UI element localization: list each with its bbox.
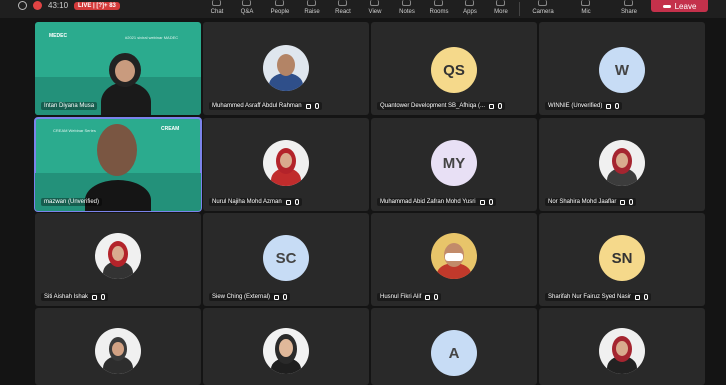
mic-muted-icon — [314, 103, 319, 109]
slide-logo: CREAM — [161, 126, 180, 132]
avatar — [599, 140, 645, 186]
toolbar-left: 43:10 LIVE | [?]+ 83 — [18, 1, 120, 10]
participant-tile[interactable] — [539, 308, 705, 385]
screen-share-icon — [305, 103, 311, 109]
participant-name: Quantower Development SB_Afhiqa (... — [377, 102, 506, 110]
avatar — [95, 233, 141, 279]
mic-muted-icon — [434, 294, 439, 300]
more-button[interactable]: More — [483, 0, 519, 15]
screen-share-icon — [425, 294, 431, 300]
slide-caption: #2021 siviral webinar MADEC — [125, 35, 179, 40]
meeting-toolbar: 43:10 LIVE | [?]+ 83 Chat Q&A People Rai… — [0, 0, 726, 18]
mic-muted-icon — [488, 199, 493, 205]
toolbar-divider — [519, 2, 520, 16]
participant-name: Muhammed Asraff Abdul Rahman — [209, 102, 322, 110]
more-icon — [496, 0, 505, 6]
avatar: QS — [431, 47, 477, 93]
mic-muted-icon — [615, 103, 620, 109]
presenter-face — [115, 60, 135, 82]
participant-name: Nurul Najiha Mohd Azman — [209, 198, 302, 206]
live-badge[interactable]: LIVE | [?]+ 83 — [74, 1, 120, 10]
screen-share-icon — [274, 294, 280, 300]
slide-caption: CREAM Webinar Series — [53, 128, 96, 133]
participant-name: Siew Ching (External) — [209, 293, 291, 301]
recording-icon — [33, 1, 42, 10]
slide-logo: MEDEC — [49, 33, 68, 39]
mic-muted-icon — [644, 294, 649, 300]
participant-name: Siti Aishah Ishak — [41, 293, 109, 301]
participant-tile[interactable]: A — [371, 308, 537, 385]
notes-button[interactable]: Notes — [389, 0, 425, 15]
view-button[interactable]: View — [357, 0, 393, 15]
avatar: MY — [431, 140, 477, 186]
mic-muted-icon — [294, 199, 299, 205]
mic-muted-icon — [629, 199, 634, 205]
participant-tile[interactable]: QS Quantower Development SB_Afhiqa (... — [371, 22, 537, 115]
participant-tile[interactable]: Nurul Najiha Mohd Azman — [203, 118, 369, 211]
react-button[interactable]: React — [325, 0, 361, 15]
participant-name: Muhammad Abid Zafran Mohd Yusri — [377, 198, 496, 206]
participant-tile[interactable]: MEDEC #2021 siviral webinar MADEC Intan … — [35, 22, 201, 115]
participant-name: Sharifah Nur Fairuz Syed Nasir — [545, 293, 652, 301]
avatar — [263, 328, 309, 374]
screen-share-icon — [620, 199, 626, 205]
participant-tile[interactable]: SN Sharifah Nur Fairuz Syed Nasir — [539, 213, 705, 306]
people-icon — [275, 0, 284, 6]
camera-icon — [538, 0, 547, 6]
chat-icon — [212, 0, 221, 6]
mic-button[interactable]: Mic — [568, 0, 604, 15]
participant-name: Nor Shahira Mohd Jaaflar — [545, 198, 637, 206]
camera-button[interactable]: Camera — [525, 0, 561, 15]
people-button[interactable]: People — [262, 0, 298, 15]
participant-tile[interactable] — [203, 308, 369, 385]
share-button[interactable]: Share — [611, 0, 647, 15]
screen-share-icon — [92, 294, 98, 300]
avatar: W — [599, 47, 645, 93]
meeting-timer: 43:10 — [48, 1, 69, 10]
screen-share-icon — [479, 199, 485, 205]
avatar: A — [431, 330, 477, 376]
qa-icon — [242, 0, 251, 6]
share-icon — [624, 0, 633, 6]
mic-muted-icon — [498, 103, 503, 109]
participant-tile[interactable]: W WINNIE (Unverified) — [539, 22, 705, 115]
participant-tile[interactable]: Siti Aishah Ishak — [35, 213, 201, 306]
avatar — [263, 45, 309, 91]
participant-name: Intan Diyana Musa — [41, 102, 98, 110]
screen-share-icon — [285, 199, 291, 205]
avatar — [431, 233, 477, 279]
hand-icon — [307, 0, 316, 6]
avatar — [599, 328, 645, 374]
presenter-face — [97, 124, 137, 176]
mic-muted-icon — [283, 294, 288, 300]
qa-button[interactable]: Q&A — [229, 0, 265, 15]
avatar: SC — [263, 235, 309, 281]
mic-muted-icon — [101, 294, 106, 300]
rooms-icon — [434, 0, 443, 6]
phone-hangup-icon — [662, 4, 671, 8]
info-icon[interactable] — [18, 1, 27, 10]
participant-tile[interactable]: Husnul Fikri Alif — [371, 213, 537, 306]
smiley-icon — [338, 0, 347, 6]
leave-button[interactable]: Leave — [651, 0, 708, 12]
mic-icon — [581, 0, 590, 6]
screen-share-icon — [489, 103, 495, 109]
apps-icon — [465, 0, 474, 6]
participant-tile[interactable]: MY Muhammad Abid Zafran Mohd Yusri — [371, 118, 537, 211]
participant-tile[interactable]: Muhammed Asraff Abdul Rahman — [203, 22, 369, 115]
participant-tile[interactable]: Nor Shahira Mohd Jaaflar — [539, 118, 705, 211]
avatar — [95, 328, 141, 374]
screen-share-icon — [606, 103, 612, 109]
participant-tile-active-speaker[interactable]: CREAM Webinar Series CREAM mazwan (Unver… — [34, 117, 202, 212]
participant-name: WINNIE (Unverified) — [545, 102, 623, 110]
avatar — [263, 140, 309, 186]
screen-share-icon — [635, 294, 641, 300]
avatar: SN — [599, 235, 645, 281]
participant-tile[interactable] — [35, 308, 201, 385]
participant-name: mazwan (Unverified) — [41, 198, 103, 206]
participant-tile[interactable]: SC Siew Ching (External) — [203, 213, 369, 306]
participant-name: Husnul Fikri Alif — [377, 293, 442, 301]
grid-icon — [370, 0, 379, 6]
notes-icon — [402, 0, 411, 6]
